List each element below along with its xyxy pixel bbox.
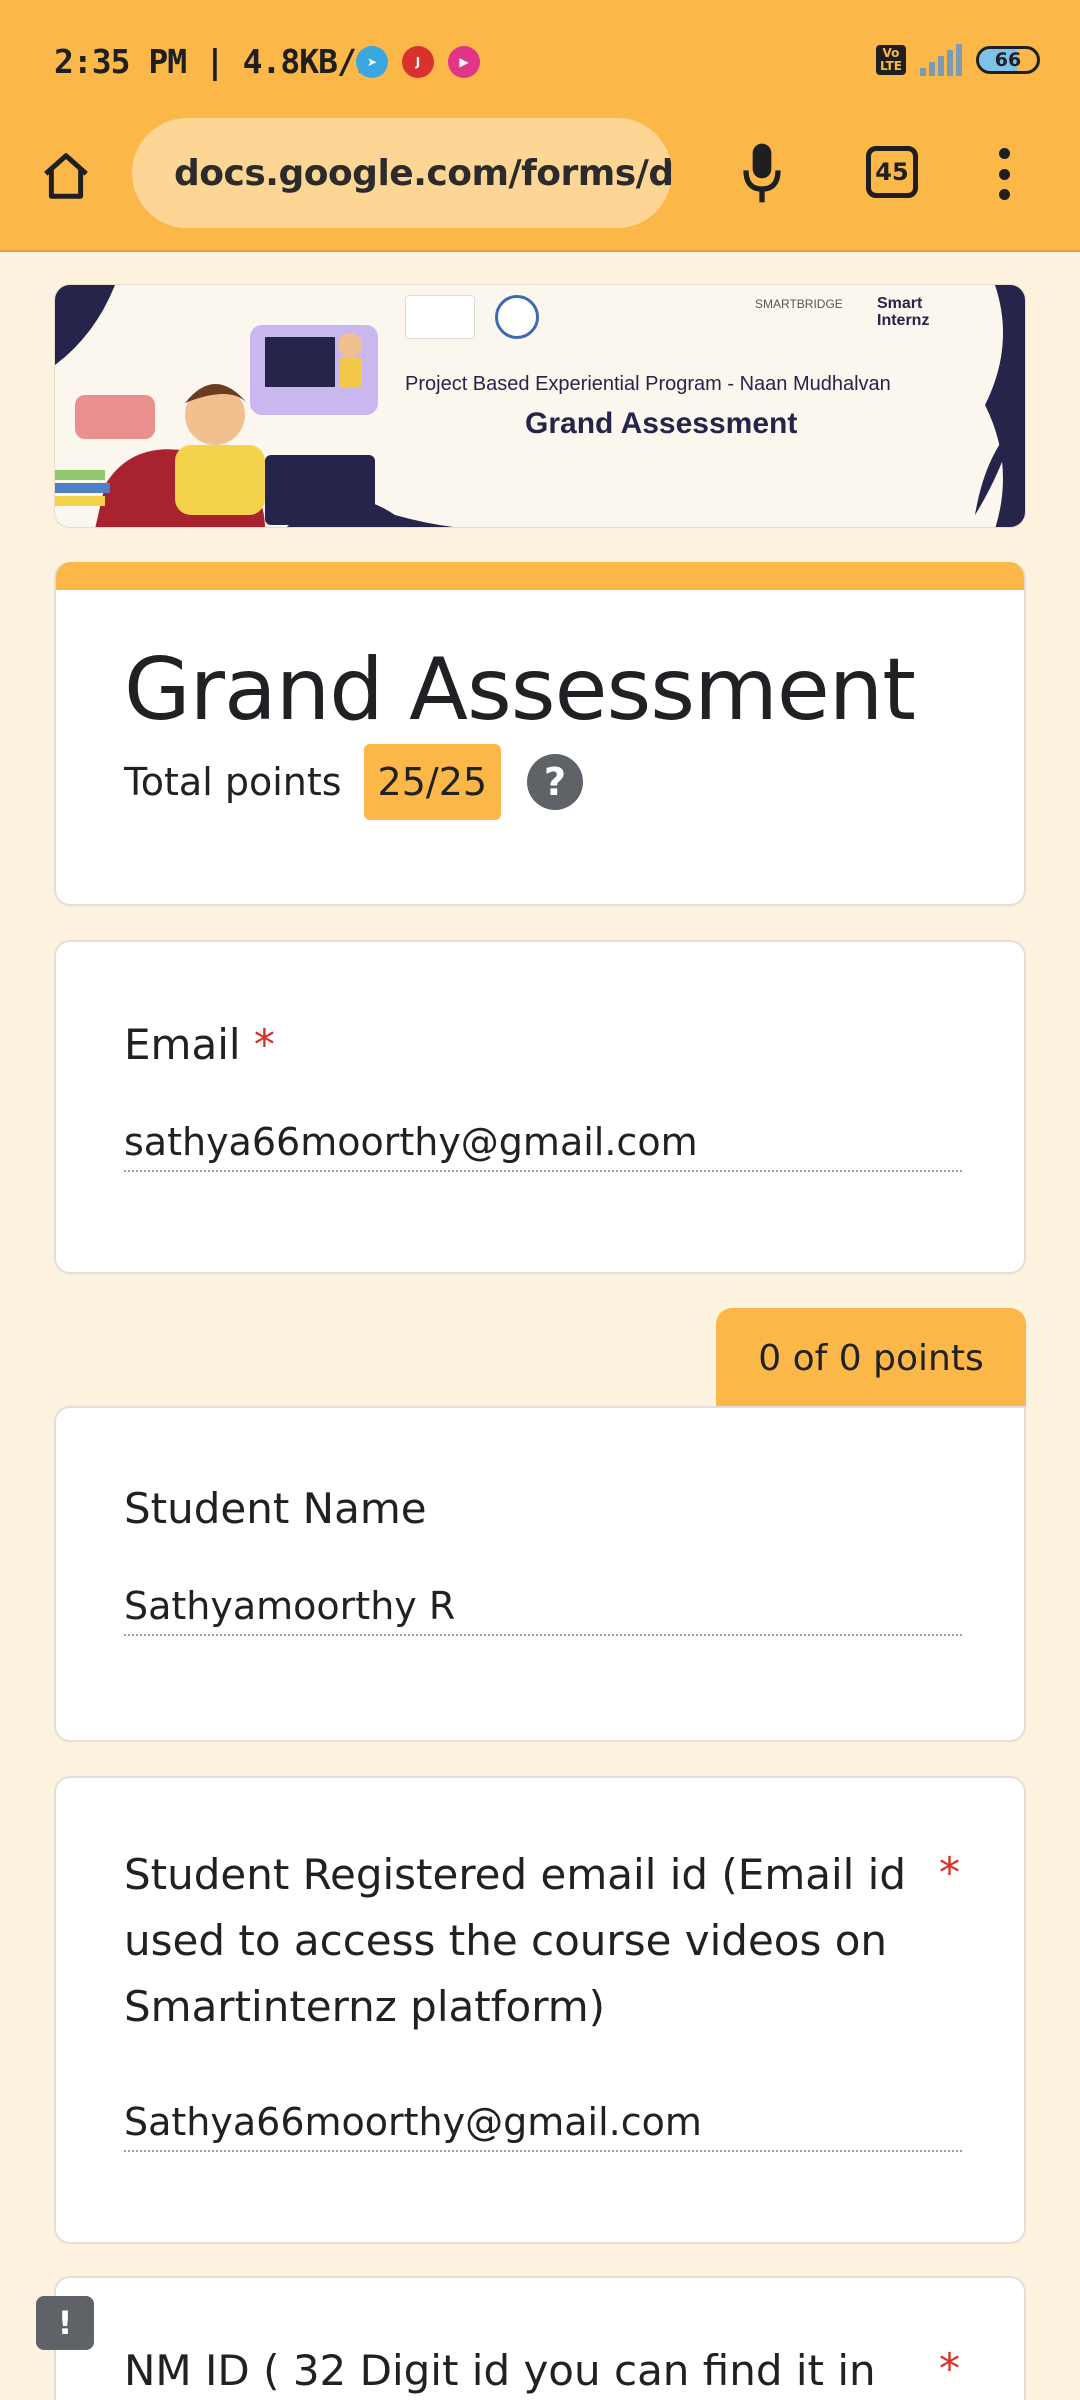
required-marker: *: [939, 1848, 960, 1897]
microphone-icon: [743, 143, 781, 203]
banner-subtitle: Project Based Experiential Program - Naa…: [405, 373, 891, 395]
menu-dot-icon: [998, 189, 1010, 200]
answer-text: Sathya66moorthy@gmail.com: [124, 2100, 962, 2152]
battery-icon: 66: [976, 46, 1040, 74]
required-marker: *: [253, 1020, 275, 1069]
question-label: Student Registered email id (Email id us…: [124, 1850, 906, 2031]
volte-icon: Vo LTE: [875, 45, 906, 75]
government-seal-logo: [495, 295, 539, 339]
home-icon: [44, 153, 88, 199]
naan-mudhalvan-logo: [405, 295, 475, 339]
url-text: docs.google.com/forms/d/e/1: [174, 152, 672, 194]
report-abuse-icon[interactable]: !: [36, 2296, 94, 2350]
question-card-registered-email: Student Registered email id (Email id us…: [54, 1776, 1026, 2244]
browser-toolbar: docs.google.com/forms/d/e/1 45: [0, 118, 1080, 252]
answer-text: Sathyamoorthy R: [124, 1584, 962, 1636]
battery-level: 66: [994, 49, 1022, 71]
home-button[interactable]: [34, 144, 98, 208]
address-bar[interactable]: docs.google.com/forms/d/e/1: [132, 118, 672, 228]
status-app-icons: ➤ J ▶: [356, 46, 480, 78]
form-title-card: Grand Assessment Total points 25/25 ?: [54, 562, 1026, 906]
question-card-email: Email * sathya66moorthy@gmail.com: [54, 940, 1026, 1274]
total-points-score: 25/25: [363, 744, 502, 820]
form-header-banner: SMARTBRIDGE Smart Internz Project Based …: [54, 284, 1026, 528]
menu-dot-icon: [998, 148, 1010, 159]
data-play-icon: ▶: [448, 46, 480, 78]
total-points-row: Total points 25/25 ?: [124, 744, 584, 820]
smartbridge-logo: SMARTBRIDGE: [755, 297, 843, 311]
question-points-badge: 0 of 0 points: [716, 1308, 1026, 1408]
more-options-button[interactable]: [984, 142, 1024, 206]
voice-search-button[interactable]: [730, 138, 794, 208]
signal-icon: [920, 44, 962, 76]
smartinternz-logo: Smart Internz: [877, 295, 930, 329]
question-label: Student Name: [124, 1484, 427, 1533]
question-label: NM ID ( 32 Digit id you can find it in: [124, 2346, 876, 2395]
question-label: Email *: [124, 1020, 275, 1069]
answer-text: sathya66moorthy@gmail.com: [124, 1120, 962, 1172]
jio-icon: J: [402, 46, 434, 78]
banner-title: Grand Assessment: [525, 407, 798, 440]
form-title: Grand Assessment: [124, 640, 916, 740]
status-bar: 2:35 PM | 4.8KB/s ➤ J ▶ Vo LTE 66: [0, 0, 1080, 118]
required-marker: *: [939, 2344, 960, 2393]
status-time: 2:35 PM | 4.8KB/s: [54, 42, 376, 81]
tab-switcher-button[interactable]: 45: [866, 146, 918, 198]
total-points-label: Total points: [124, 760, 342, 804]
menu-dot-icon: [998, 168, 1010, 180]
telegram-icon: ➤: [356, 46, 388, 78]
question-card-student-name: Student Name Sathyamoorthy R: [54, 1406, 1026, 1742]
title-card-accent-bar: [56, 562, 1024, 590]
status-indicators: Vo LTE 66: [875, 44, 1040, 76]
question-card-nm-id: NM ID ( 32 Digit id you can find it in *: [54, 2276, 1026, 2400]
help-icon[interactable]: ?: [527, 754, 584, 810]
